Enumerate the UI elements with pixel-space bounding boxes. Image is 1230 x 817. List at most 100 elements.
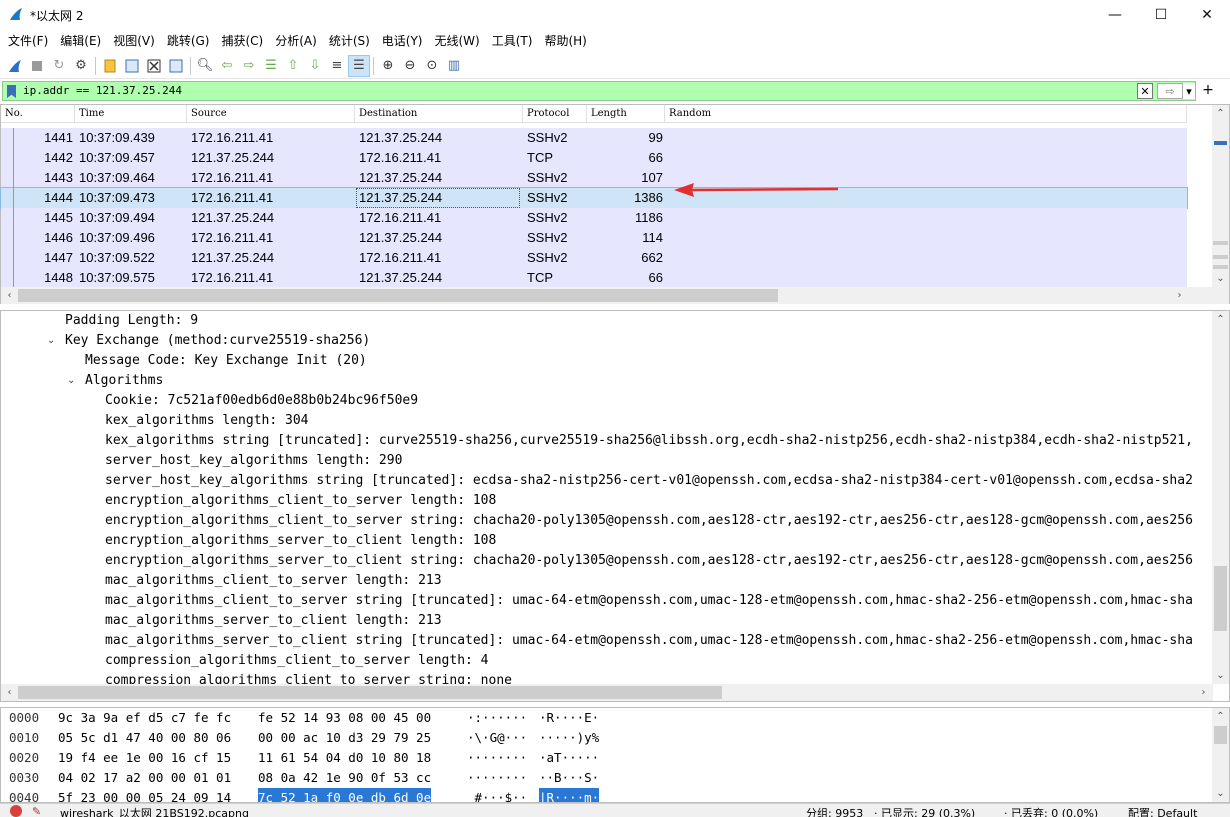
zoom-in-icon[interactable]: ⊕ [377, 55, 399, 77]
menu-item[interactable]: 分析(A) [269, 30, 323, 52]
hex-bytes[interactable]: 9c 3a 9a ef d5 c7 fe fc [58, 708, 231, 728]
capture-options-icon[interactable]: ⚙ [70, 55, 92, 77]
column-header-no[interactable]: No. [1, 105, 75, 123]
column-header-destination[interactable]: Destination [355, 105, 523, 123]
last-packet-icon[interactable]: ⇩ [304, 55, 326, 77]
packet-row[interactable]: 1443 10:37:09.464 172.16.211.41 121.37.25.2… [1, 168, 1187, 188]
packet-row[interactable]: 1441 10:37:09.439 172.16.211.41 121.37.25.2… [1, 128, 1187, 148]
go-forward-icon[interactable]: ⇨ [238, 55, 260, 77]
menu-item[interactable]: 视图(V) [107, 30, 161, 52]
ascii-bytes[interactable]: ········ [467, 748, 527, 768]
scroll-down-icon[interactable]: ⌄ [1212, 667, 1229, 684]
detail-field[interactable]: server_host_key_algorithms length: 290 [105, 451, 402, 471]
detail-field[interactable]: kex_algorithms length: 304 [105, 411, 309, 431]
detail-field[interactable]: encryption_algorithms_server_to_client l… [105, 531, 496, 551]
menu-item[interactable]: 捕获(C) [215, 30, 269, 52]
ascii-bytes[interactable]: ··B···S· [539, 768, 599, 788]
detail-field[interactable]: kex_algorithms string [truncated]: curve… [105, 431, 1193, 451]
go-to-packet-icon[interactable]: ☰ [260, 55, 282, 77]
column-header-random[interactable]: Random [665, 105, 1187, 123]
hex-bytes[interactable]: 05 5c d1 47 40 00 80 06 [58, 728, 231, 748]
resize-columns-icon[interactable]: ▥ [443, 55, 465, 77]
ascii-bytes[interactable]: ·:······ [467, 708, 527, 728]
hex-bytes[interactable]: 08 0a 42 1e 90 0f 53 cc [258, 768, 431, 788]
save-file-icon[interactable] [121, 55, 143, 77]
packet-row-selected[interactable]: 1444 10:37:09.473 172.16.211.41 121.37.25.2… [0, 187, 1188, 209]
details-vertical-scrollbar[interactable]: ⌃ ⌄ [1212, 311, 1229, 684]
open-file-icon[interactable] [99, 55, 121, 77]
ascii-bytes[interactable]: ·····)y% [539, 728, 599, 748]
menu-item[interactable]: 电话(Y) [376, 30, 429, 52]
display-filter-input[interactable] [23, 84, 1123, 97]
restart-capture-icon[interactable]: ↻ [48, 55, 70, 77]
expand-toggle-icon[interactable]: ⌄ [47, 335, 55, 346]
detail-field[interactable]: Message Code: Key Exchange Init (20) [85, 351, 367, 371]
column-header-time[interactable]: Time [75, 105, 187, 123]
scrollbar-thumb[interactable] [1214, 566, 1227, 631]
scroll-up-icon[interactable]: ⌃ [1212, 708, 1229, 725]
hex-bytes[interactable]: 7c 52 1a f0 0e db 6d 0e [258, 788, 432, 802]
scroll-left-icon[interactable]: ‹ [1, 684, 18, 701]
hex-bytes[interactable]: 00 00 ac 10 d3 29 79 25 [258, 728, 431, 748]
detail-field[interactable]: Cookie: 7c521af00edb6d0e88b0b24bc96f50e9 [105, 391, 418, 411]
detail-field[interactable]: encryption_algorithms_server_to_client s… [105, 551, 1193, 571]
bookmark-icon[interactable] [7, 85, 16, 98]
autoscroll-icon[interactable]: ≡ [326, 55, 348, 77]
menu-item[interactable]: 无线(W) [429, 30, 486, 52]
menu-item[interactable]: 统计(S) [323, 30, 376, 52]
hex-bytes[interactable]: 19 f4 ee 1e 00 16 cf 15 [58, 748, 231, 768]
details-horizontal-scrollbar[interactable]: ‹ › [1, 684, 1213, 701]
normal-size-icon[interactable]: ⊙ [421, 55, 443, 77]
close-file-icon[interactable] [143, 55, 165, 77]
menu-item[interactable]: 工具(T) [486, 30, 539, 52]
close-button[interactable]: ✕ [1184, 0, 1230, 30]
detail-field[interactable]: compression_algorithms_client_to_server … [105, 651, 489, 671]
go-back-icon[interactable]: ⇦ [216, 55, 238, 77]
scroll-down-icon[interactable]: ⌄ [1212, 270, 1229, 287]
scroll-right-icon[interactable]: › [1195, 684, 1212, 701]
ascii-bytes[interactable]: ········ [467, 768, 527, 788]
detail-field[interactable]: encryption_algorithms_client_to_server s… [105, 511, 1193, 531]
hex-bytes[interactable]: 04 02 17 a2 00 00 01 01 [58, 768, 231, 788]
edit-comment-icon[interactable]: ✎ [32, 805, 41, 817]
ascii-bytes[interactable]: ·\·G@··· [467, 728, 527, 748]
clear-filter-icon[interactable]: ✕ [1137, 83, 1153, 99]
find-packet-icon[interactable]: 🔍︎ [194, 55, 216, 77]
colorize-icon[interactable]: ☰ [348, 54, 370, 77]
hex-bytes[interactable]: 5f 23 00 00 05 24 09 14 [58, 788, 231, 802]
first-packet-icon[interactable]: ⇧ [282, 55, 304, 77]
shark-fin-start-icon[interactable] [4, 55, 26, 77]
scroll-down-icon[interactable]: ⌄ [1212, 785, 1229, 802]
zoom-out-icon[interactable]: ⊖ [399, 55, 421, 77]
maximize-button[interactable]: ☐ [1138, 0, 1184, 30]
scroll-left-icon[interactable]: ‹ [1, 287, 18, 304]
detail-field[interactable]: encryption_algorithms_client_to_server l… [105, 491, 496, 511]
packet-row[interactable]: 1447 10:37:09.522 121.37.25.244 172.16.211.… [1, 248, 1187, 268]
packet-list-vertical-scrollbar[interactable]: ⌃ ⌄ [1212, 105, 1229, 287]
minimize-button[interactable]: — [1092, 0, 1138, 30]
capture-status-icon[interactable] [10, 805, 22, 817]
profile-label[interactable]: 配置: Default [1128, 805, 1197, 817]
menu-item[interactable]: 跳转(G) [161, 30, 216, 52]
reload-icon[interactable] [165, 55, 187, 77]
ascii-bytes[interactable]: ·R····E· [539, 708, 599, 728]
detail-field[interactable]: mac_algorithms_client_to_server string [… [105, 591, 1193, 611]
ascii-bytes[interactable]: ·aT····· [539, 748, 599, 768]
column-header-length[interactable]: Length [587, 105, 665, 123]
detail-field[interactable]: Key Exchange (method:curve25519-sha256) [65, 331, 370, 351]
column-header-protocol[interactable]: Protocol [523, 105, 587, 123]
packet-row[interactable]: 1446 10:37:09.496 172.16.211.41 121.37.25.2… [1, 228, 1187, 248]
detail-field[interactable]: mac_algorithms_server_to_client length: … [105, 611, 442, 631]
menu-item[interactable]: 文件(F) [2, 30, 54, 52]
detail-field[interactable]: mac_algorithms_client_to_server length: … [105, 571, 442, 591]
hex-bytes[interactable]: fe 52 14 93 08 00 45 00 [258, 708, 431, 728]
scrollbar-thumb[interactable] [18, 686, 722, 699]
scroll-right-icon[interactable]: › [1171, 287, 1188, 304]
ascii-bytes[interactable]: |R····m· [539, 788, 600, 802]
column-header-source[interactable]: Source [187, 105, 355, 123]
scrollbar-thumb[interactable] [18, 289, 778, 302]
detail-field[interactable]: Algorithms [85, 371, 163, 391]
add-filter-button-icon[interactable]: + [1200, 82, 1216, 98]
detail-field[interactable]: Padding Length: 9 [65, 311, 198, 331]
hex-bytes[interactable]: 11 61 54 04 d0 10 80 18 [258, 748, 431, 768]
